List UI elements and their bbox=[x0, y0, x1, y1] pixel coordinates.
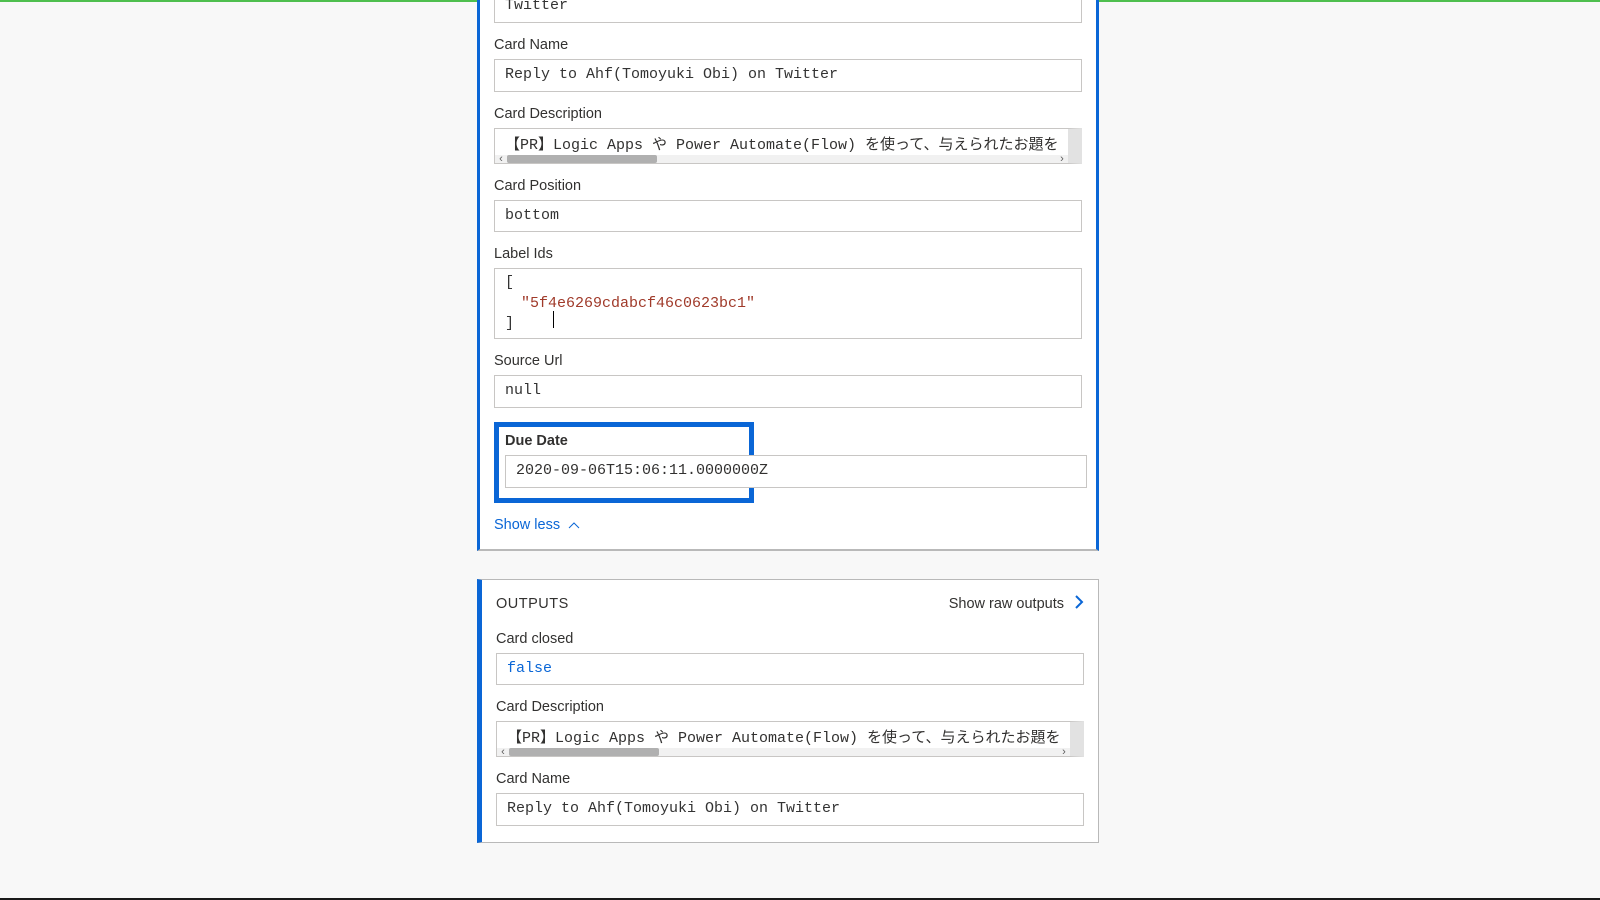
due-date-highlight-wrap: Due Date 2020-09-06T15:06:11.0000000Z bbox=[494, 422, 1082, 503]
horizontal-scrollbar-thumb[interactable] bbox=[507, 155, 657, 163]
field-output-card-name: Card Name Reply to Ahf(Tomoyuki Obi) on … bbox=[496, 771, 1084, 826]
json-open-bracket: [ bbox=[505, 273, 1071, 293]
outputs-panel: OUTPUTS Show raw outputs Card closed fal… bbox=[477, 579, 1099, 844]
json-close-bracket: ] bbox=[505, 314, 1071, 334]
output-card-description-label: Card Description bbox=[496, 699, 1084, 715]
spin-down-icon[interactable]: ˅ bbox=[1068, 153, 1082, 162]
field-output-card-description: Card Description 【PR】Logic Apps や Power … bbox=[496, 699, 1084, 757]
scroll-right-icon[interactable]: › bbox=[1059, 747, 1069, 757]
label-ids-label: Label Ids bbox=[494, 246, 1082, 262]
field-card-closed: Card closed false bbox=[496, 631, 1084, 686]
show-raw-outputs-text: Show raw outputs bbox=[949, 596, 1064, 612]
spin-up-icon[interactable]: ˄ bbox=[1070, 723, 1084, 732]
show-less-text: Show less bbox=[494, 517, 560, 533]
run-details-column: Twitter Card Name Reply to Ahf(Tomoyuki … bbox=[477, 0, 1099, 900]
chevron-right-icon bbox=[1074, 594, 1084, 615]
card-closed-label: Card closed bbox=[496, 631, 1084, 647]
output-card-description-input[interactable]: 【PR】Logic Apps や Power Automate(Flow) を使… bbox=[496, 721, 1084, 757]
spin-up-icon[interactable]: ˄ bbox=[1068, 130, 1082, 139]
card-position-label: Card Position bbox=[494, 178, 1082, 194]
outputs-title: OUTPUTS bbox=[496, 596, 569, 612]
label-ids-input[interactable]: [ "5f4e6269cdabcf46c0623bc1" ] bbox=[494, 268, 1082, 339]
field-source-url: Source Url null bbox=[494, 353, 1082, 408]
horizontal-scrollbar-thumb[interactable] bbox=[509, 748, 659, 756]
source-url-input[interactable]: null bbox=[494, 375, 1082, 408]
card-name-label: Card Name bbox=[494, 37, 1082, 53]
card-closed-input[interactable]: false bbox=[496, 653, 1084, 686]
output-card-name-input[interactable]: Reply to Ahf(Tomoyuki Obi) on Twitter bbox=[496, 793, 1084, 826]
json-string-value: "5f4e6269cdabcf46c0623bc1" bbox=[521, 294, 1071, 314]
card-name-input[interactable]: Reply to Ahf(Tomoyuki Obi) on Twitter bbox=[494, 59, 1082, 92]
chevron-up-icon bbox=[568, 518, 580, 534]
field-card-name: Card Name Reply to Ahf(Tomoyuki Obi) on … bbox=[494, 37, 1082, 92]
inputs-panel: Twitter Card Name Reply to Ahf(Tomoyuki … bbox=[477, 0, 1099, 551]
source-url-label: Source Url bbox=[494, 353, 1082, 369]
outputs-header: OUTPUTS Show raw outputs bbox=[496, 580, 1084, 627]
due-date-highlight-frame: Due Date 2020-09-06T15:06:11.0000000Z bbox=[494, 422, 754, 503]
field-label-ids: Label Ids [ "5f4e6269cdabcf46c0623bc1" ] bbox=[494, 246, 1082, 339]
card-description-text: 【PR】Logic Apps や Power Automate(Flow) を使… bbox=[505, 137, 1059, 154]
panel-gap bbox=[477, 551, 1099, 579]
field-card-position: Card Position bottom bbox=[494, 178, 1082, 233]
list-input[interactable]: Twitter bbox=[494, 0, 1082, 23]
card-position-input[interactable]: bottom bbox=[494, 200, 1082, 233]
show-less-link[interactable]: Show less bbox=[494, 517, 580, 533]
card-description-label: Card Description bbox=[494, 106, 1082, 122]
field-list: Twitter bbox=[494, 0, 1082, 23]
vertical-spin-control[interactable]: ˄ ˅ bbox=[1068, 129, 1082, 163]
card-description-input[interactable]: 【PR】Logic Apps や Power Automate(Flow) を使… bbox=[494, 128, 1082, 164]
due-date-input[interactable]: 2020-09-06T15:06:11.0000000Z bbox=[505, 455, 1087, 488]
show-raw-outputs-link[interactable]: Show raw outputs bbox=[949, 594, 1084, 615]
field-card-description: Card Description 【PR】Logic Apps や Power … bbox=[494, 106, 1082, 164]
spin-down-icon[interactable]: ˅ bbox=[1070, 746, 1084, 755]
output-card-name-label: Card Name bbox=[496, 771, 1084, 787]
scroll-left-icon[interactable]: ‹ bbox=[496, 154, 506, 164]
scroll-right-icon[interactable]: › bbox=[1057, 154, 1067, 164]
due-date-label: Due Date bbox=[505, 433, 741, 449]
text-caret-icon bbox=[553, 311, 555, 328]
vertical-spin-control[interactable]: ˄ ˅ bbox=[1070, 722, 1084, 756]
output-card-description-text: 【PR】Logic Apps や Power Automate(Flow) を使… bbox=[507, 730, 1061, 747]
scroll-left-icon[interactable]: ‹ bbox=[498, 747, 508, 757]
card-closed-value: false bbox=[507, 660, 552, 677]
